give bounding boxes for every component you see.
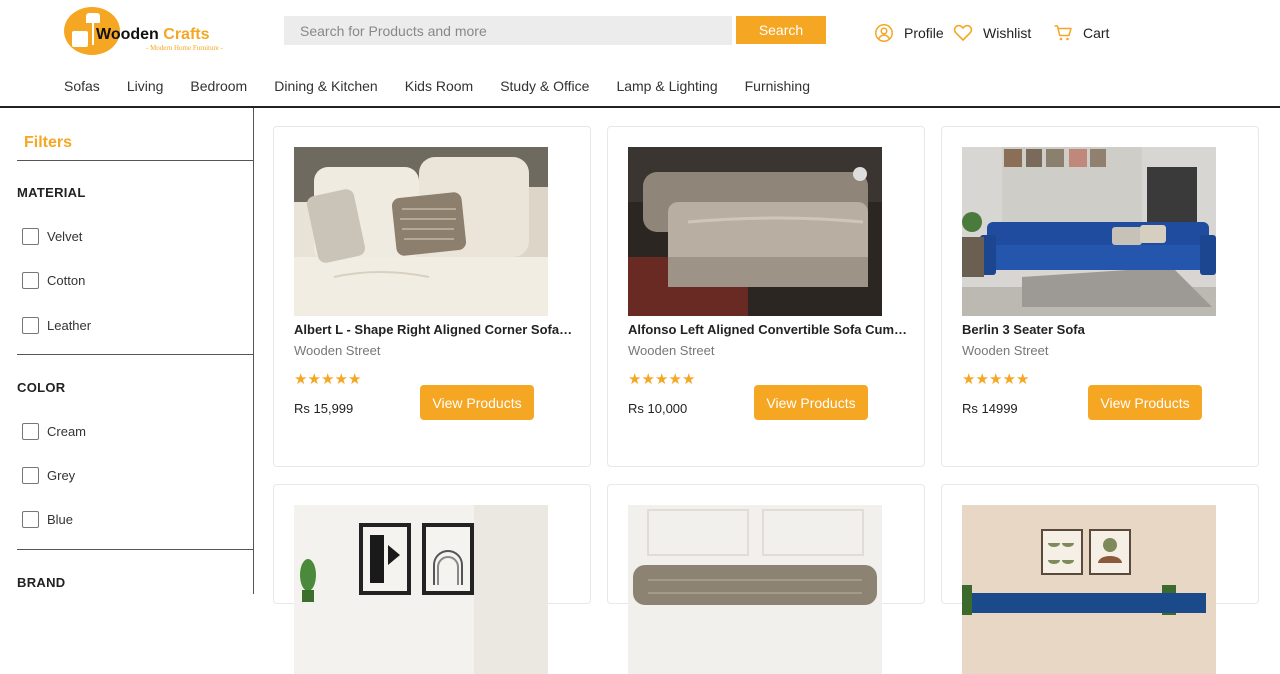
star-icon: ★ [641, 371, 655, 388]
product-image[interactable] [962, 505, 1216, 674]
product-image[interactable] [294, 147, 548, 316]
checkbox[interactable] [22, 316, 39, 334]
filters-sidebar: Filters MATERIAL Velvet Cotton Leather C… [0, 108, 254, 594]
filter-section-color: COLOR [17, 380, 66, 395]
star-icon: ★ [1002, 371, 1016, 388]
nav-item-furnishing[interactable]: Furnishing [745, 76, 810, 98]
star-icon: ★ [294, 371, 308, 388]
filter-option-label: Cotton [47, 272, 86, 288]
search-input[interactable] [284, 16, 732, 45]
view-products-button[interactable]: View Products [754, 385, 868, 420]
nav-item-living[interactable]: Living [127, 76, 164, 98]
nav-item-bedroom[interactable]: Bedroom [190, 76, 247, 98]
search-button[interactable]: Search [736, 16, 826, 44]
product-title[interactable]: Berlin 3 Seater Sofa [962, 322, 1242, 337]
checkbox[interactable] [22, 466, 39, 484]
wishlist-label: Wishlist [983, 25, 1032, 41]
filter-option-cream[interactable]: Cream [22, 421, 86, 441]
star-icon: ★ [962, 371, 976, 388]
product-image[interactable] [628, 147, 882, 316]
heart-icon [953, 24, 973, 41]
product-price: Rs 15,999 [294, 401, 354, 416]
nav-item-kids-room[interactable]: Kids Room [405, 76, 473, 98]
product-card[interactable]: Berlin 3 Seater Sofa Wooden Street ★ ★ ★ ★ ★… [941, 126, 1259, 467]
brand-name-part1: Wooden [96, 26, 159, 43]
product-card[interactable] [941, 484, 1259, 674]
filters-title: Filters [24, 134, 73, 151]
lamp-icon [86, 13, 100, 23]
wishlist-link[interactable]: Wishlist [953, 22, 1031, 44]
product-brand: Wooden Street [294, 343, 381, 358]
product-image[interactable] [628, 505, 882, 674]
product-card[interactable] [607, 484, 925, 674]
filter-option-label: Velvet [47, 228, 83, 244]
product-title[interactable]: Alfonso Left Aligned Convertible Sofa Cu… [628, 322, 908, 337]
filters-divider [17, 160, 254, 161]
filter-section-material: MATERIAL [17, 185, 86, 200]
header: Wooden Crafts - Modern Home Furniture - … [0, 0, 1280, 60]
filter-section-brand: BRAND [17, 575, 66, 590]
product-brand: Wooden Street [962, 343, 1049, 358]
rating-stars: ★ ★ ★ ★ ★ [962, 372, 1030, 388]
category-nav: Sofas Living Bedroom Dining & Kitchen Ki… [64, 76, 837, 98]
filter-option-grey[interactable]: Grey [22, 465, 75, 485]
nav-item-dining-kitchen[interactable]: Dining & Kitchen [274, 76, 378, 98]
checkbox[interactable] [22, 227, 39, 245]
star-icon: ★ [668, 371, 682, 388]
product-price: Rs 14999 [962, 401, 1018, 416]
filter-divider [17, 549, 254, 550]
filter-divider [17, 354, 254, 355]
lamp-stem [92, 23, 94, 45]
filter-option-label: Leather [47, 317, 92, 333]
filter-option-cotton[interactable]: Cotton [22, 270, 85, 290]
product-image[interactable] [962, 147, 1216, 316]
product-card[interactable]: Albert L - Shape Right Aligned Corner So… [273, 126, 591, 467]
filter-option-label: Blue [47, 511, 74, 527]
product-brand: Wooden Street [628, 343, 715, 358]
product-image[interactable] [294, 505, 548, 674]
chair-icon [72, 31, 88, 47]
checkbox[interactable] [22, 422, 39, 440]
nav-item-study-office[interactable]: Study & Office [500, 76, 589, 98]
checkbox[interactable] [22, 271, 39, 289]
filter-option-blue[interactable]: Blue [22, 509, 73, 529]
star-icon: ★ [348, 371, 362, 388]
filter-option-leather[interactable]: Leather [22, 315, 91, 335]
checkbox[interactable] [22, 510, 39, 528]
filter-option-label: Cream [47, 423, 87, 439]
star-icon: ★ [989, 371, 1003, 388]
star-icon: ★ [628, 371, 642, 388]
brand-tagline: - Modern Home Furniture - [146, 44, 223, 52]
star-icon: ★ [655, 371, 669, 388]
view-products-button[interactable]: View Products [1088, 385, 1202, 420]
brand-name: Wooden Crafts [96, 26, 210, 44]
rating-stars: ★ ★ ★ ★ ★ [294, 372, 362, 388]
star-icon: ★ [334, 371, 348, 388]
star-icon: ★ [1016, 371, 1030, 388]
filter-option-velvet[interactable]: Velvet [22, 226, 82, 246]
profile-link[interactable]: Profile [874, 22, 944, 44]
star-icon: ★ [321, 371, 335, 388]
cart-link[interactable]: Cart [1053, 22, 1109, 44]
product-title[interactable]: Albert L - Shape Right Aligned Corner So… [294, 322, 574, 337]
star-icon: ★ [975, 371, 989, 388]
product-card[interactable] [273, 484, 591, 674]
brand-name-part2: Crafts [158, 26, 210, 43]
nav-item-lamp-lighting[interactable]: Lamp & Lighting [616, 76, 717, 98]
site-logo[interactable]: Wooden Crafts - Modern Home Furniture - [64, 7, 244, 57]
rating-stars: ★ ★ ★ ★ ★ [628, 372, 696, 388]
product-card[interactable]: Alfonso Left Aligned Convertible Sofa Cu… [607, 126, 925, 467]
cart-label: Cart [1083, 25, 1110, 41]
cart-icon [1054, 25, 1072, 41]
nav-item-sofas[interactable]: Sofas [64, 76, 100, 98]
user-icon [875, 24, 893, 42]
filter-option-label: Grey [47, 467, 76, 483]
star-icon: ★ [682, 371, 696, 388]
profile-label: Profile [904, 25, 944, 41]
star-icon: ★ [307, 371, 321, 388]
product-price: Rs 10,000 [628, 401, 688, 416]
view-products-button[interactable]: View Products [420, 385, 534, 420]
